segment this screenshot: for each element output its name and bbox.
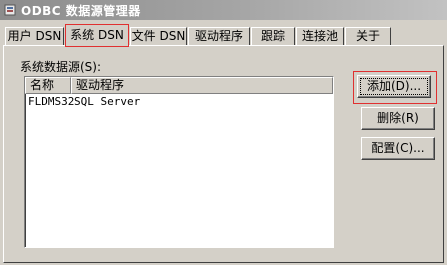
column-header-name[interactable]: 名称 (25, 77, 71, 94)
list-item[interactable]: FLDMS32 SQL Server (25, 94, 333, 110)
tab-file-dsn[interactable]: 文件 DSN (130, 27, 187, 46)
tab-tracing[interactable]: 跟踪 (251, 27, 295, 46)
tab-drivers[interactable]: 驱动程序 (188, 27, 250, 46)
tab-about[interactable]: 关于 (345, 27, 391, 46)
dsn-name: FLDMS32 (28, 95, 75, 108)
remove-button[interactable]: 删除(R) (361, 107, 435, 130)
add-button[interactable]: 添加(D)... (357, 75, 431, 98)
system-data-sources-label: 系统数据源(S): (20, 60, 102, 74)
list-header: 名称 驱动程序 (25, 77, 333, 94)
odbc-app-icon (3, 3, 17, 17)
dsn-driver: SQL Server (74, 95, 141, 108)
tab-system-dsn[interactable]: 系统 DSN (65, 24, 129, 47)
tab-user-dsn[interactable]: 用户 DSN (5, 27, 64, 46)
system-dsn-list[interactable]: 名称 驱动程序 FLDMS32 SQL Server (24, 76, 334, 248)
tab-connection-pooling[interactable]: 连接池 (296, 27, 344, 46)
add-button-highlight: 添加(D)... (353, 71, 437, 104)
tab-strip: 用户 DSN 系统 DSN 文件 DSN 驱动程序 跟踪 连接池 关于 (0, 24, 447, 47)
title-bar[interactable]: ODBC 数据源管理器 (0, 0, 447, 20)
column-header-driver[interactable]: 驱动程序 (71, 77, 333, 94)
window-title: ODBC 数据源管理器 (21, 3, 141, 18)
configure-button[interactable]: 配置(C)... (361, 137, 435, 160)
